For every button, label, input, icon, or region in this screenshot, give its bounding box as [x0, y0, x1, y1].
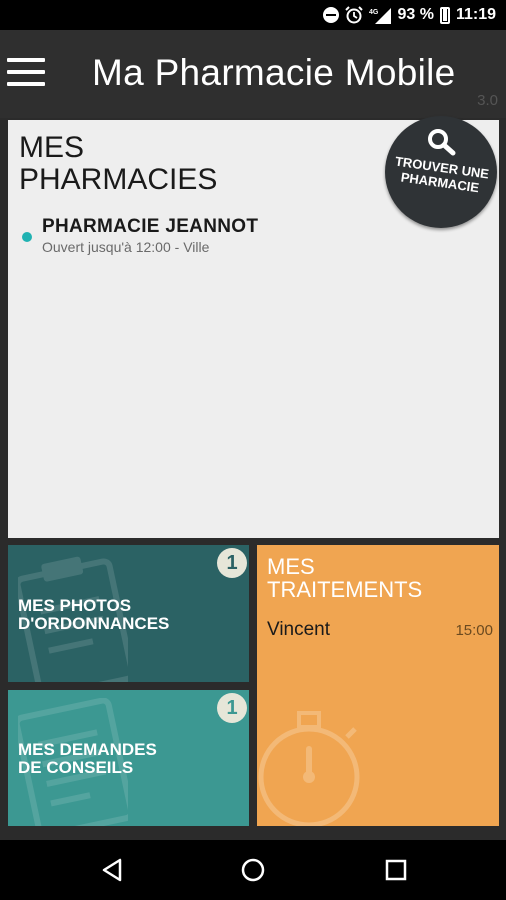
treatment-time: 15:00 — [455, 622, 493, 639]
hamburger-menu-icon[interactable] — [7, 58, 47, 90]
pharmacy-hours: Ouvert jusqu'à 12:00 - Ville — [42, 239, 210, 255]
network-type-label: 4G — [369, 9, 379, 16]
alarm-icon — [345, 6, 364, 24]
stopwatch-icon — [258, 711, 360, 826]
battery-percent: 93 % — [397, 6, 434, 23]
my-treatments-tile[interactable]: MES TRAITEMENTS Vincent 15:00 — [257, 545, 499, 826]
my-treatments-title: MES TRAITEMENTS — [267, 554, 423, 602]
app-bar: Ma Pharmacie Mobile 3.0 — [0, 30, 506, 118]
cell-signal-icon: 4G — [369, 6, 392, 24]
pharmacy-list-item[interactable]: PHARMACIE JEANNOT Ouvert jusqu'à 12:00 -… — [20, 216, 360, 256]
do-not-disturb-icon — [323, 7, 340, 23]
recents-icon[interactable] — [382, 856, 410, 884]
prescription-photos-tile[interactable]: 1 MES PHOTOS D'ORDONNANCES — [8, 545, 249, 682]
back-icon[interactable] — [98, 856, 126, 884]
navigation-bar — [0, 840, 506, 900]
home-icon[interactable] — [239, 856, 267, 884]
photos-count-badge: 1 — [217, 548, 247, 578]
advice-requests-label: MES DEMANDES DE CONSEILS — [18, 740, 157, 777]
advice-count-badge: 1 — [217, 693, 247, 723]
my-pharmacies-title: MES PHARMACIES — [19, 131, 218, 196]
search-icon — [428, 129, 456, 156]
version-label: 3.0 — [477, 92, 498, 109]
status-bar: 4G 93 % 11:19 — [0, 0, 506, 30]
advice-requests-tile[interactable]: 1 MES DEMANDES DE CONSEILS — [8, 690, 249, 826]
treatment-entry[interactable]: Vincent 15:00 — [267, 619, 493, 643]
treatment-person: Vincent — [267, 619, 331, 640]
battery-icon — [439, 6, 450, 24]
open-status-dot — [22, 232, 32, 242]
find-pharmacy-button[interactable]: TROUVER UNE PHARMACIE — [385, 116, 497, 228]
pharmacy-name: PHARMACIE JEANNOT — [42, 216, 259, 237]
prescription-photos-label: MES PHOTOS D'ORDONNANCES — [18, 596, 170, 633]
app-title: Ma Pharmacie Mobile — [92, 52, 456, 93]
my-pharmacies-card: MES PHARMACIES TROUVER UNE PHARMACIE PHA… — [8, 116, 499, 538]
find-pharmacy-label: TROUVER UNE PHARMACIE — [394, 153, 490, 196]
clock: 11:19 — [455, 6, 496, 23]
